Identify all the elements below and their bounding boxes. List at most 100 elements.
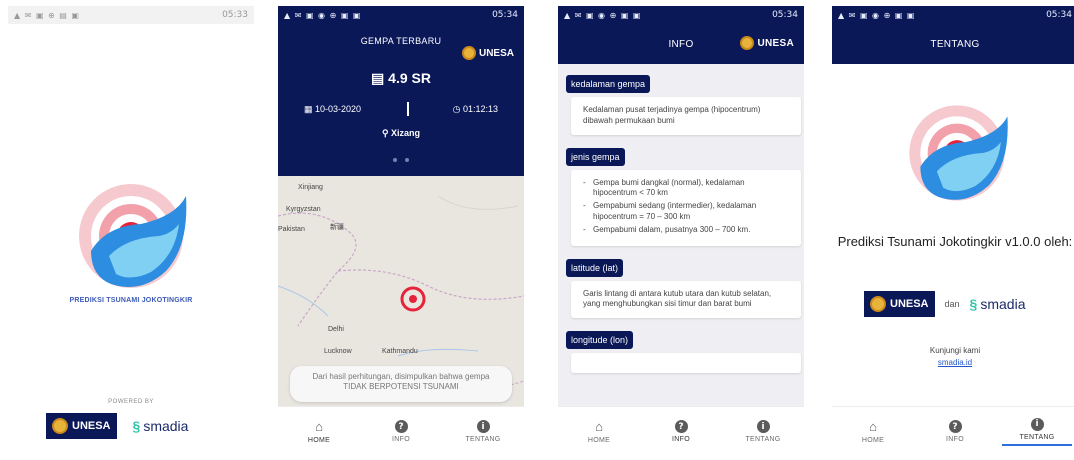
website-link[interactable]: smadia.id	[832, 358, 1074, 367]
magnitude-text: 4.9 SR	[388, 70, 431, 86]
nav-home[interactable]: ⌂ HOME	[564, 419, 634, 444]
location-field: ⚲ Xizang	[278, 128, 524, 139]
location-pin-icon: ⚲	[381, 128, 389, 138]
bottom-nav: ⌂ HOME ? INFO i TENTANG	[558, 406, 804, 456]
nav-tentang[interactable]: i TENTANG	[448, 420, 518, 443]
info-icon: i	[476, 420, 490, 433]
epicenter-marker-icon[interactable]	[400, 286, 426, 317]
unesa-logo: UNESA	[46, 413, 117, 439]
smadia-swirl-icon: §	[969, 296, 978, 312]
nav-tentang[interactable]: i TENTANG	[728, 420, 798, 443]
divider	[407, 102, 409, 116]
smadia-logo: § smadia	[970, 296, 1026, 312]
unesa-label: UNESA	[478, 47, 514, 59]
page-dot[interactable]	[405, 158, 409, 162]
map-label: Lucknow	[324, 348, 352, 355]
home-icon: ⌂	[595, 419, 603, 434]
nav-info[interactable]: ? INFO	[646, 420, 716, 443]
bottom-nav: ⌂ HOME ? INFO i TENTANG	[832, 406, 1074, 456]
app-bar: TENTANG	[832, 24, 1074, 64]
nav-info-label: INFO	[672, 436, 690, 443]
info-section: latitude (lat) Garis lintang di antara k…	[566, 258, 801, 319]
status-time: 05:34	[1046, 10, 1072, 20]
unesa-seal-icon	[461, 46, 476, 60]
unesa-logo: UNESA	[740, 36, 794, 50]
app-bar: INFO UNESA	[558, 24, 804, 64]
latest-quake-screen: ▲ ✉ ▣ ◉ ⊕ ▣ ▣ 05:34 GEMPA TERBARU UNESA …	[278, 6, 524, 456]
info-section: kedalaman gempa Kedalaman pusat terjadin…	[566, 74, 801, 135]
map-label: Pakistan	[278, 226, 305, 233]
page-indicator[interactable]	[278, 158, 524, 162]
quake-header: GEMPA TERBARU UNESA ▤ 4.9 SR ▦ 10-03-202…	[278, 24, 524, 176]
nav-tentang-label: TENTANG	[745, 436, 781, 443]
nav-tentang[interactable]: i TENTANG	[1002, 417, 1072, 446]
map-label: Xinjiang	[298, 184, 323, 191]
info-icon: i	[1030, 417, 1044, 431]
map-label: Delhi	[328, 326, 344, 333]
map-label: Kyrgyzstan	[286, 206, 321, 213]
home-icon: ⌂	[315, 419, 323, 434]
list-item: Gempa bumi dangkal (normal), kedalaman h…	[583, 178, 789, 200]
help-icon: ?	[948, 420, 962, 433]
status-time: 05:34	[492, 10, 518, 20]
home-icon: ⌂	[869, 419, 877, 434]
status-bar: ▲ ✉ ▣ ◉ ⊕ ▣ ▣ 05:34	[832, 6, 1074, 24]
page-dot[interactable]	[393, 158, 397, 162]
section-body: Gempa bumi dangkal (normal), kedalaman h…	[571, 169, 801, 246]
status-bar: ▲ ✉ ▣ ◉ ⊕ ▣ ▣ 05:34	[278, 6, 524, 24]
section-title: kedalaman gempa	[566, 75, 651, 93]
smadia-label: smadia	[143, 418, 189, 434]
nav-home[interactable]: ⌂ HOME	[284, 419, 354, 444]
unesa-logo: UNESA	[461, 46, 514, 60]
bottom-nav: ⌂ HOME ? INFO i TENTANG	[278, 406, 524, 456]
nav-tentang-label: TENTANG	[1019, 433, 1055, 441]
nav-info-label: INFO	[392, 436, 410, 443]
unesa-label: UNESA	[890, 298, 929, 310]
nav-home-label: HOME	[587, 436, 611, 444]
smadia-label: smadia	[980, 296, 1026, 312]
info-icon: i	[756, 420, 770, 433]
visit-label: Kunjungi kami	[929, 346, 981, 355]
unesa-logo: UNESA	[864, 291, 935, 317]
unesa-seal-icon	[52, 418, 68, 434]
nav-info-label: INFO	[946, 436, 964, 443]
about-screen: ▲ ✉ ▣ ◉ ⊕ ▣ ▣ 05:34 TENTANG Prediksi Tsu…	[832, 6, 1074, 456]
smadia-swirl-icon: §	[132, 418, 141, 434]
magnitude-icon: ▤	[371, 70, 385, 86]
page-title: TENTANG	[930, 38, 980, 50]
nav-info[interactable]: ? INFO	[366, 420, 436, 443]
tsunami-logo-icon	[902, 98, 1012, 213]
date-time-row: ▦ 10-03-2020 ◷ 01:12:13	[278, 104, 524, 115]
section-title: latitude (lat)	[566, 258, 624, 277]
map-label: 新疆	[330, 224, 344, 231]
nav-info[interactable]: ? INFO	[920, 420, 990, 443]
info-section: longitude (lon)	[566, 330, 801, 374]
info-list[interactable]: kedalaman gempa Kedalaman pusat terjadin…	[566, 74, 801, 385]
notification-icons: ▲ ✉ ▣ ⊕ ▤ ▣	[14, 10, 80, 20]
help-icon: ?	[674, 420, 688, 433]
powered-by-label: POWERED BY	[108, 399, 154, 405]
notification-icons: ▲ ✉ ▣ ◉ ⊕ ▣ ▣	[838, 10, 916, 20]
unesa-label: UNESA	[757, 37, 794, 49]
and-label: dan	[944, 299, 960, 309]
section-title: jenis gempa	[566, 147, 625, 166]
time-field: ◷ 01:12:13	[453, 104, 498, 115]
nav-home[interactable]: ⌂ HOME	[838, 419, 908, 444]
unesa-seal-icon	[740, 36, 755, 50]
tsunami-status-notice: Dari hasil perhitungan, disimpulkan bahw…	[290, 366, 512, 402]
list-item: Gempabumi sedang (intermedier), kedalama…	[583, 201, 789, 223]
clock-icon: ◷	[452, 104, 463, 114]
magnitude-value: ▤ 4.9 SR	[278, 70, 524, 87]
map-label: Kathmandu	[382, 348, 418, 355]
tsunami-logo-icon	[71, 176, 191, 301]
smadia-logo: § smadia	[133, 418, 189, 434]
location-text: Xizang	[391, 128, 421, 138]
notification-icons: ▲ ✉ ▣ ◉ ⊕ ▣ ▣	[284, 10, 362, 20]
unesa-seal-icon	[870, 296, 886, 312]
status-time: 05:34	[772, 10, 798, 20]
status-time: 05:33	[222, 10, 248, 20]
page-title: GEMPA TERBARU	[360, 36, 442, 46]
about-heading: Prediksi Tsunami Jokotingkir v1.0.0 oleh…	[837, 234, 1073, 249]
info-screen: ▲ ✉ ▣ ◉ ⊕ ▣ ▣ 05:34 INFO UNESA kedalaman…	[558, 6, 804, 456]
sponsor-logos: UNESA § smadia	[46, 413, 188, 439]
